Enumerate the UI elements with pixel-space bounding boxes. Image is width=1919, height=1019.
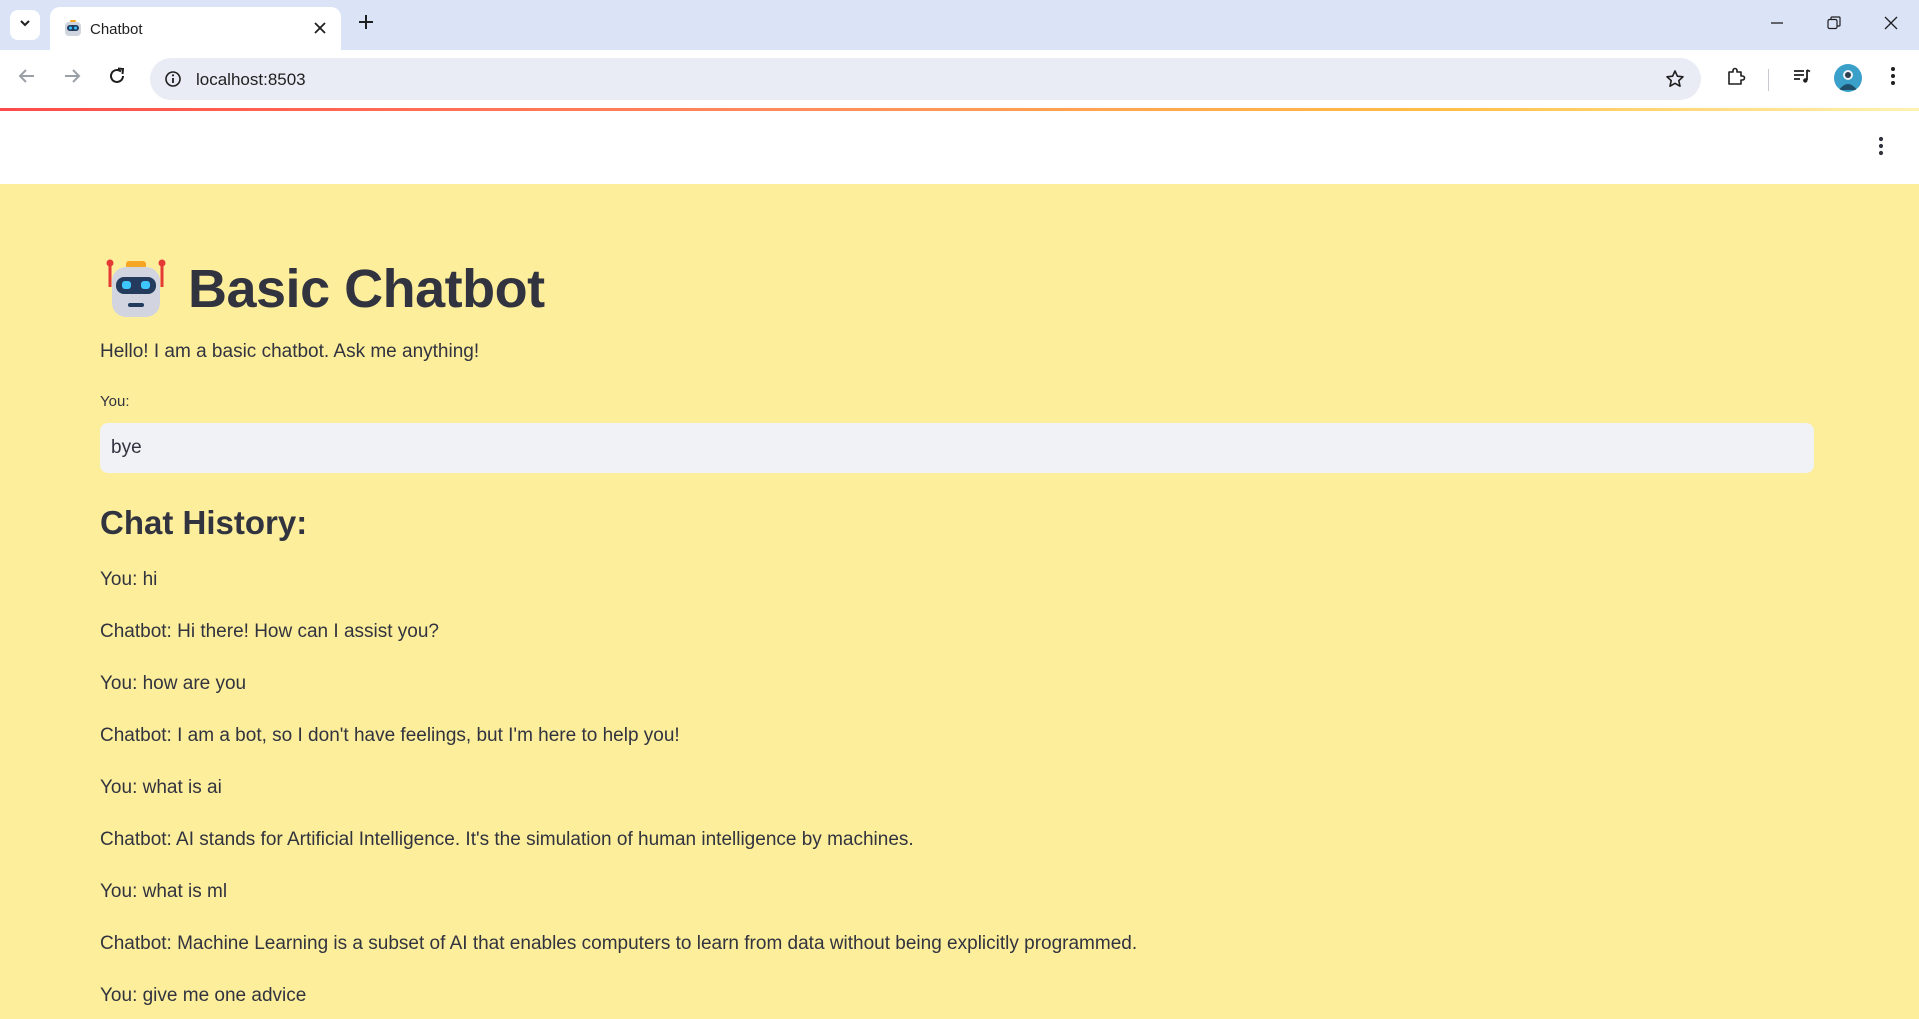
intro-text: Hello! I am a basic chatbot. Ask me anyt… [100,341,480,362]
restore-button[interactable] [1819,10,1849,40]
minimize-icon [1770,16,1784,35]
close-window-button[interactable] [1876,10,1906,40]
chat-message: Chatbot: AI stands for Artificial Intell… [100,829,914,850]
plus-icon [358,14,374,35]
url-text[interactable]: localhost:8503 [196,70,306,90]
page-title: Basic Chatbot [188,259,545,319]
reload-button[interactable] [102,63,132,93]
robot-icon [104,257,168,321]
main-content: Basic Chatbot Hello! I am a basic chatbo… [0,184,1919,1019]
chat-message: You: give me one advice [100,985,307,1006]
profile-avatar[interactable] [1834,64,1862,92]
robot-favicon-icon [62,17,84,39]
kebab-menu-icon [1878,136,1884,161]
browser-menu-button[interactable] [1878,63,1908,93]
address-bar[interactable]: localhost:8503 [150,58,1701,100]
message-input[interactable] [100,423,1814,473]
app-main-menu-button[interactable] [1869,135,1893,161]
puzzle-icon [1726,66,1746,91]
tab-close-icon[interactable] [311,19,329,37]
chat-message: Chatbot: Hi there! How can I assist you? [100,621,439,642]
browser-tab-chatbot[interactable]: Chatbot [50,7,341,50]
site-info-icon[interactable] [162,68,184,90]
chat-message: Chatbot: Machine Learning is a subset of… [100,933,1138,954]
restore-icon [1827,15,1841,35]
chat-history-list: You: hi Chatbot: Hi there! How can I ass… [100,569,1137,1019]
chat-message: You: what is ml [100,881,228,902]
title-row: Basic Chatbot [104,254,545,324]
forward-button[interactable] [57,63,87,93]
app-header [0,111,1919,184]
arrow-right-icon [63,67,81,90]
new-tab-button[interactable] [353,11,379,37]
toolbar-divider [1768,69,1769,91]
media-control-button[interactable] [1787,63,1817,93]
tab-title: Chatbot [90,21,143,38]
chat-message: You: what is ai [100,777,222,798]
chevron-down-icon [18,16,32,35]
tab-search-button[interactable] [10,10,40,40]
close-icon [1884,16,1898,35]
media-playlist-icon [1792,66,1812,91]
bookmark-star-icon[interactable] [1663,67,1687,91]
arrow-left-icon [18,67,36,90]
kebab-menu-icon [1890,66,1896,91]
chat-message: You: hi [100,569,158,590]
reload-icon [108,67,126,90]
back-button[interactable] [12,63,42,93]
chat-history-heading: Chat History: [100,504,308,541]
extensions-button[interactable] [1721,63,1751,93]
chat-message: Chatbot: I am a bot, so I don't have fee… [100,725,680,746]
minimize-button[interactable] [1762,10,1792,40]
browser-toolbar: localhost:8503 [0,50,1919,108]
chat-message: You: how are you [100,673,247,694]
tab-strip: Chatbot [0,0,1919,50]
message-input-label: You: [100,393,130,410]
